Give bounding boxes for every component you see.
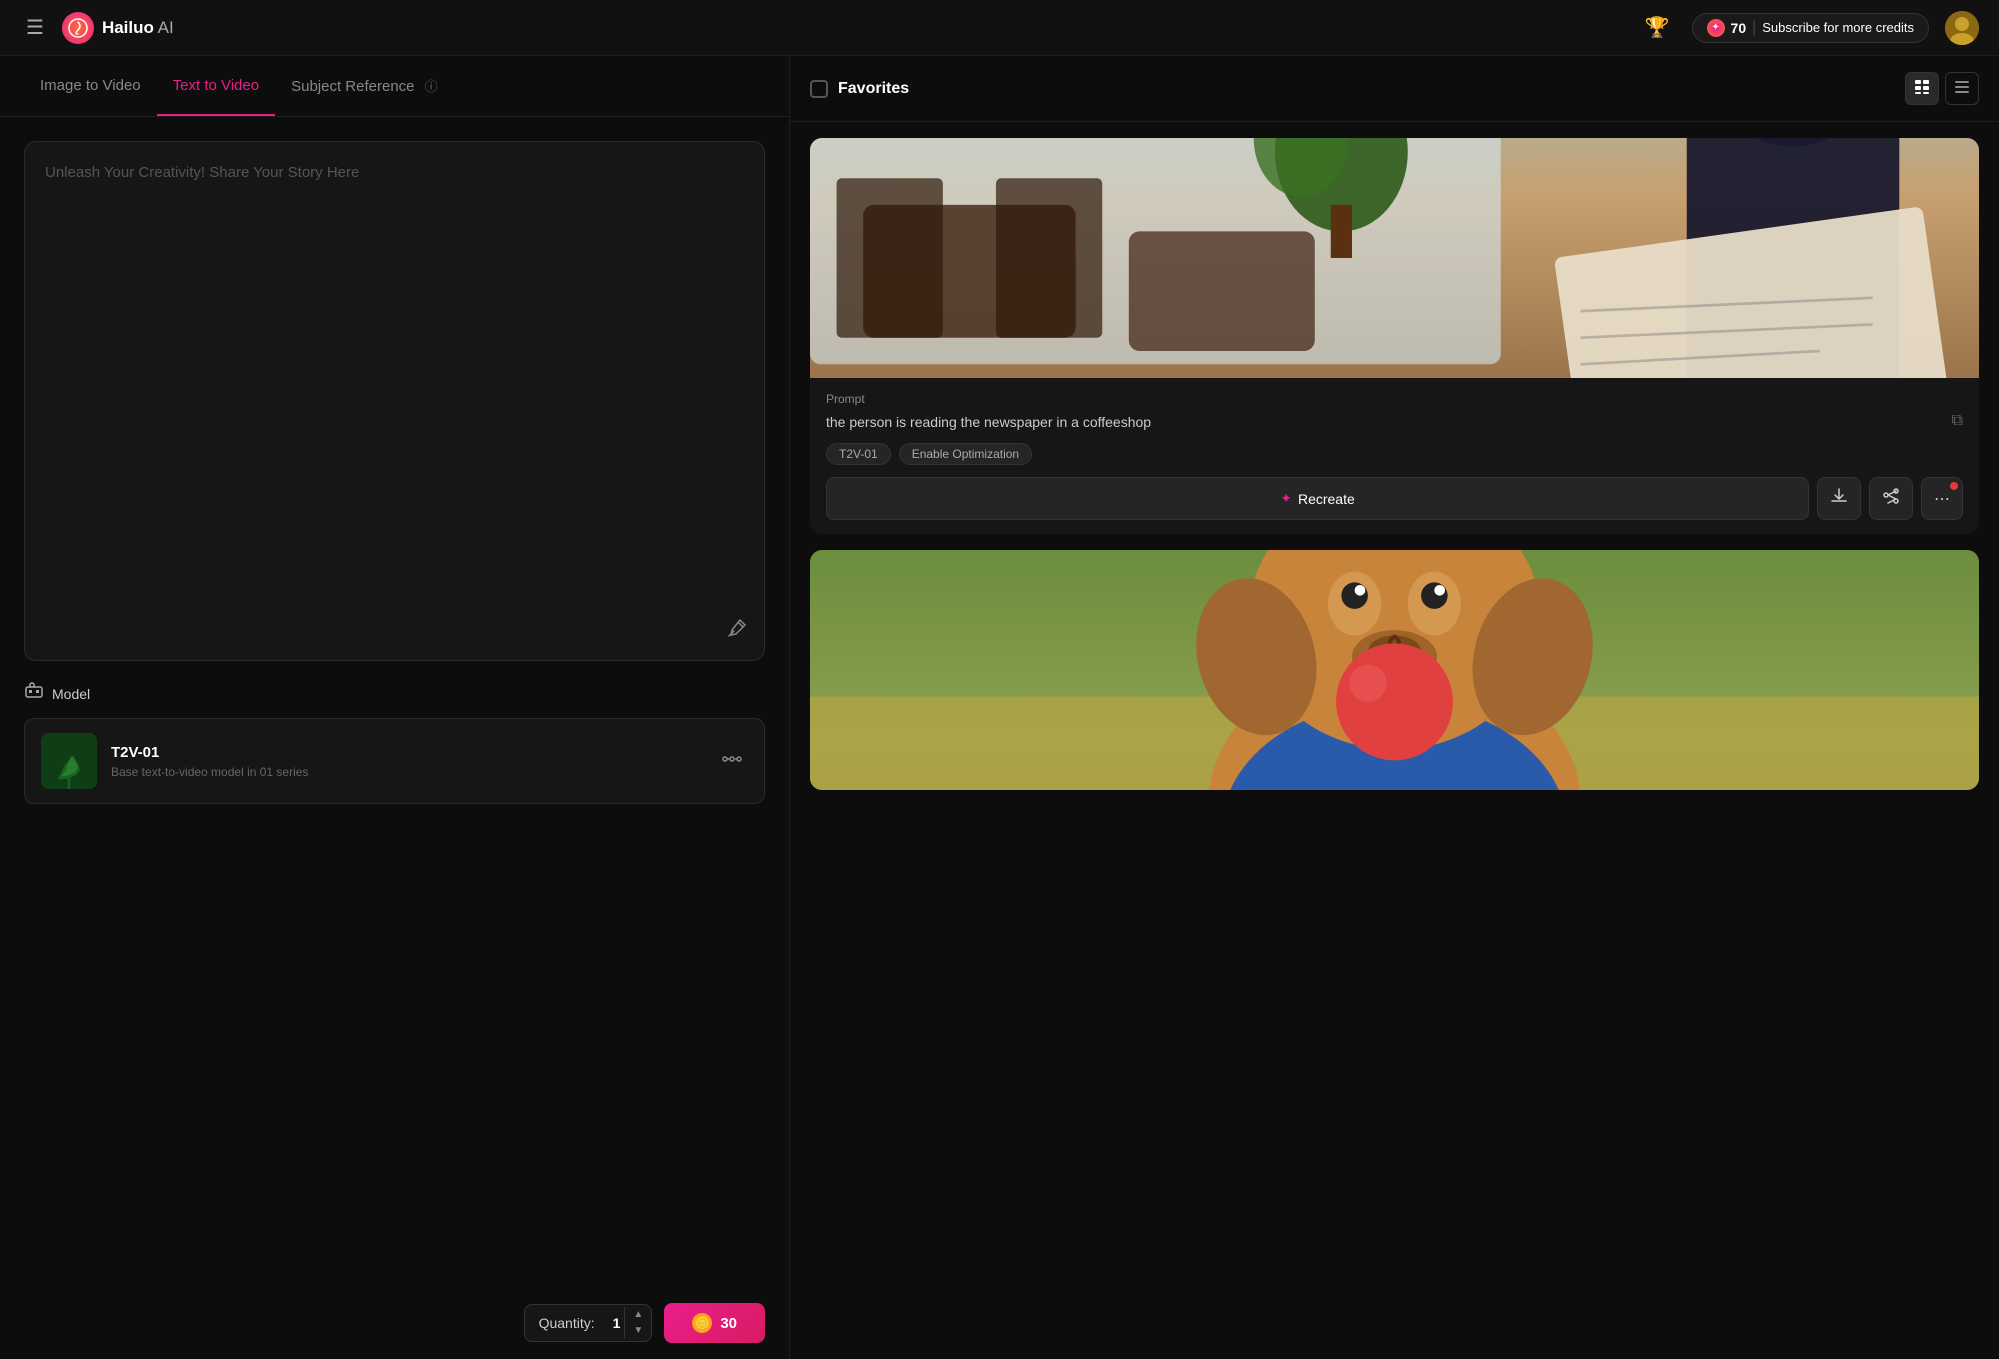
recreate-button[interactable]: ✦ Recreate [826,477,1809,520]
credits-icon: ✦ [1707,19,1725,37]
favorites-checkbox[interactable] [810,80,828,98]
trophy-button[interactable]: 🏆 [1639,9,1676,46]
prompt-label: Prompt [826,392,1963,406]
tab-image-to-video[interactable]: Image to Video [24,57,157,116]
prompt-box [24,141,765,661]
edit-enhance-button[interactable] [726,617,748,644]
topnav: ☰ Hailuo AI 🏆 ✦ 70 | Subscribe for more … [0,0,1999,56]
grid-view-button[interactable] [1905,72,1939,105]
left-panel: Image to Video Text to Video Subject Ref… [0,56,790,1359]
gallery-image-coffee: ✦ MINIMAX | ✦ Hailuo AI [810,138,1979,378]
brand-logo [62,12,94,44]
view-toggle [1905,72,1979,105]
model-icon [24,681,44,706]
gallery-card-dog: ✦ MINIMAX | ✦ Hailuo AI [810,550,1979,790]
quantity-value: 1 [609,1305,625,1341]
tag-enable-optimization: Enable Optimization [899,443,1032,465]
model-settings-button[interactable] [716,743,748,780]
gallery-prompt-copy: the person is reading the newspaper in a… [826,412,1963,433]
share-button[interactable] [1869,477,1913,520]
favorites-title: Favorites [838,80,1905,98]
favorites-header: Favorites [790,56,1999,122]
coin-icon: 🪙 [692,1313,712,1333]
notification-dot [1950,482,1958,490]
tabs-container: Image to Video Text to Video Subject Ref… [0,56,789,117]
gallery: ✦ MINIMAX | ✦ Hailuo AI Prompt the perso… [790,122,1999,1359]
tab-text-to-video[interactable]: Text to Video [157,57,275,116]
brand: Hailuo AI [62,12,174,44]
quantity-control: Quantity: 1 ▲ ▼ [524,1304,653,1342]
gallery-prompt-text: the person is reading the newspaper in a… [826,412,1151,433]
quantity-arrows: ▲ ▼ [624,1307,651,1339]
credits-count: 70 [1731,20,1747,36]
menu-button[interactable]: ☰ [20,9,50,46]
gallery-tags: T2V-01 Enable Optimization [826,443,1963,465]
prompt-textarea[interactable] [45,162,744,640]
content-area: Model T2V-01 [0,117,789,1287]
model-thumbnail [41,733,97,789]
list-view-button[interactable] [1945,72,1979,105]
prompt-actions [726,617,748,644]
right-panel: Favorites [790,56,1999,1359]
quantity-up-button[interactable]: ▲ [625,1307,651,1323]
gallery-card-coffee: ✦ MINIMAX | ✦ Hailuo AI Prompt the perso… [810,138,1979,534]
credits-badge[interactable]: ✦ 70 | Subscribe for more credits [1692,13,1929,43]
gallery-info-coffee: Prompt the person is reading the newspap… [810,378,1979,534]
tag-t2v01: T2V-01 [826,443,891,465]
model-section-label: Model [52,686,90,702]
model-desc: Base text-to-video model in 01 series [111,765,702,779]
gallery-image-dog: ✦ MINIMAX | ✦ Hailuo AI [810,550,1979,790]
brand-name-text: Hailuo AI [102,18,174,38]
model-name: T2V-01 [111,744,702,761]
generate-cost: 30 [720,1315,737,1332]
download-button[interactable] [1817,477,1861,520]
copy-prompt-button[interactable]: ⧉ [1952,412,1963,430]
user-avatar[interactable] [1945,11,1979,45]
model-label: Model [24,681,765,706]
quantity-label: Quantity: [525,1305,609,1341]
generate-button[interactable]: 🪙 30 [664,1303,765,1343]
tab-subject-reference[interactable]: Subject Reference ⓘ [275,56,454,117]
gallery-actions: ✦ Recreate [826,477,1963,520]
main-layout: Image to Video Text to Video Subject Ref… [0,56,1999,1359]
model-section: Model T2V-01 [24,681,765,804]
bottom-bar: Quantity: 1 ▲ ▼ 🪙 30 [0,1287,789,1359]
subject-reference-info-icon: ⓘ [425,76,438,95]
nav-right: 🏆 ✦ 70 | Subscribe for more credits [1639,9,1979,46]
credits-cta: Subscribe for more credits [1762,20,1914,35]
quantity-down-button[interactable]: ▼ [625,1323,651,1339]
recreate-label: Recreate [1298,491,1355,507]
more-options-button[interactable]: ⋯ [1921,477,1963,520]
model-info: T2V-01 Base text-to-video model in 01 se… [111,744,702,779]
model-card[interactable]: T2V-01 Base text-to-video model in 01 se… [24,718,765,804]
